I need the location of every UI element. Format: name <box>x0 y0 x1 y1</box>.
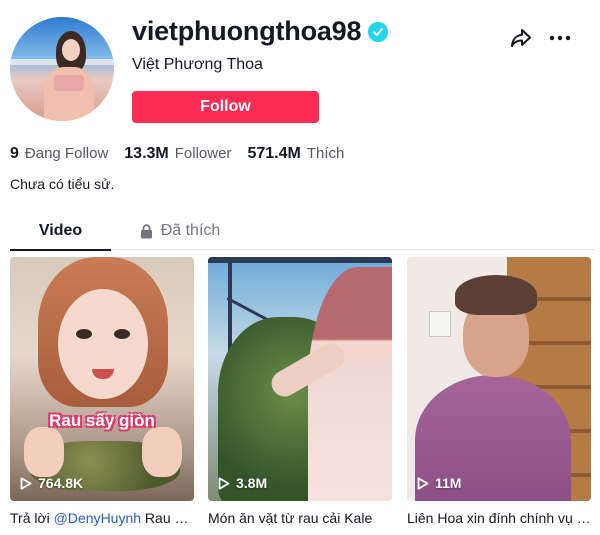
stat-followers-label: Follower <box>174 145 232 162</box>
video-card[interactable]: 11M Liên Hoa xin đính chính vụ việc <box>407 257 591 526</box>
video-views: 3.8M <box>218 475 267 491</box>
stat-likes-count: 571.4M <box>247 145 301 162</box>
video-card[interactable]: Rau sấy giòn 764.8K Trả lời @DenyHuynh R… <box>10 257 194 526</box>
profile-bio: Chưa có tiểu sử. <box>10 176 115 192</box>
username-row: vietphuongthoa98 <box>132 16 389 47</box>
stat-following-count: 9 <box>10 145 19 162</box>
video-caption[interactable]: Trả lời @DenyHuynh Rau sấy giòn <box>10 510 194 526</box>
video-views-count: 11M <box>435 475 462 491</box>
video-thumbnail[interactable]: 11M <box>407 257 591 501</box>
thumb-outlet <box>429 311 451 337</box>
video-views-count: 3.8M <box>236 475 268 491</box>
thumb-fence <box>208 257 392 263</box>
profile-username: vietphuongthoa98 <box>132 16 362 46</box>
video-views: 11M <box>417 475 461 491</box>
video-caption[interactable]: Liên Hoa xin đính chính vụ việc <box>407 510 591 526</box>
thumb-hand <box>142 427 182 477</box>
thumb-hand <box>24 427 64 477</box>
video-card[interactable]: 3.8M Món ăn vặt từ rau cải Kale <box>208 257 392 526</box>
thumb-hair <box>455 275 537 315</box>
more-icon[interactable] <box>548 26 572 50</box>
share-icon[interactable] <box>509 26 533 50</box>
tab-liked[interactable]: Đã thích <box>130 212 230 250</box>
lock-icon <box>140 223 153 239</box>
video-thumbnail[interactable]: 3.8M <box>208 257 392 501</box>
profile-display-name: Việt Phương Thoa <box>132 56 263 73</box>
verified-checkmark-icon <box>368 21 389 42</box>
stat-followers[interactable]: 13.3M Follower <box>124 145 231 163</box>
video-overlay-text: Rau sấy giòn <box>49 411 155 430</box>
play-icon <box>20 476 32 490</box>
follow-button[interactable]: Follow <box>132 91 319 123</box>
video-thumbnail[interactable]: Rau sấy giòn 764.8K <box>10 257 194 501</box>
video-views-count: 764.8K <box>38 475 84 491</box>
tab-video-label: Video <box>38 222 83 239</box>
avatar-face <box>62 39 80 61</box>
thumb-face <box>58 289 148 399</box>
video-caption[interactable]: Món ăn vặt từ rau cải Kale <box>208 510 392 526</box>
stat-likes: 571.4M Thích <box>247 145 344 163</box>
play-icon <box>218 476 230 490</box>
tab-liked-label: Đã thích <box>160 222 221 239</box>
caption-mention-link[interactable]: @DenyHuynh <box>54 510 141 526</box>
profile-stats: 9 Đang Follow 13.3M Follower 571.4M Thíc… <box>10 145 360 163</box>
stat-following-label: Đang Follow <box>24 145 109 162</box>
tab-video[interactable]: Video <box>10 212 111 251</box>
caption-suffix: Rau sấy giòn <box>144 510 194 526</box>
stat-following[interactable]: 9 Đang Follow <box>10 145 108 163</box>
thumb-person <box>308 267 392 501</box>
caption-prefix: Trả lời <box>10 510 54 526</box>
thumb-eye <box>114 329 130 339</box>
play-icon <box>417 476 429 490</box>
profile-avatar[interactable] <box>10 17 114 121</box>
thumb-eye <box>76 329 92 339</box>
stat-followers-count: 13.3M <box>124 145 169 162</box>
video-views: 764.8K <box>20 475 83 491</box>
avatar-top <box>54 75 84 91</box>
profile-tabs: Video Đã thích <box>10 212 595 251</box>
stat-likes-label: Thích <box>306 145 345 162</box>
